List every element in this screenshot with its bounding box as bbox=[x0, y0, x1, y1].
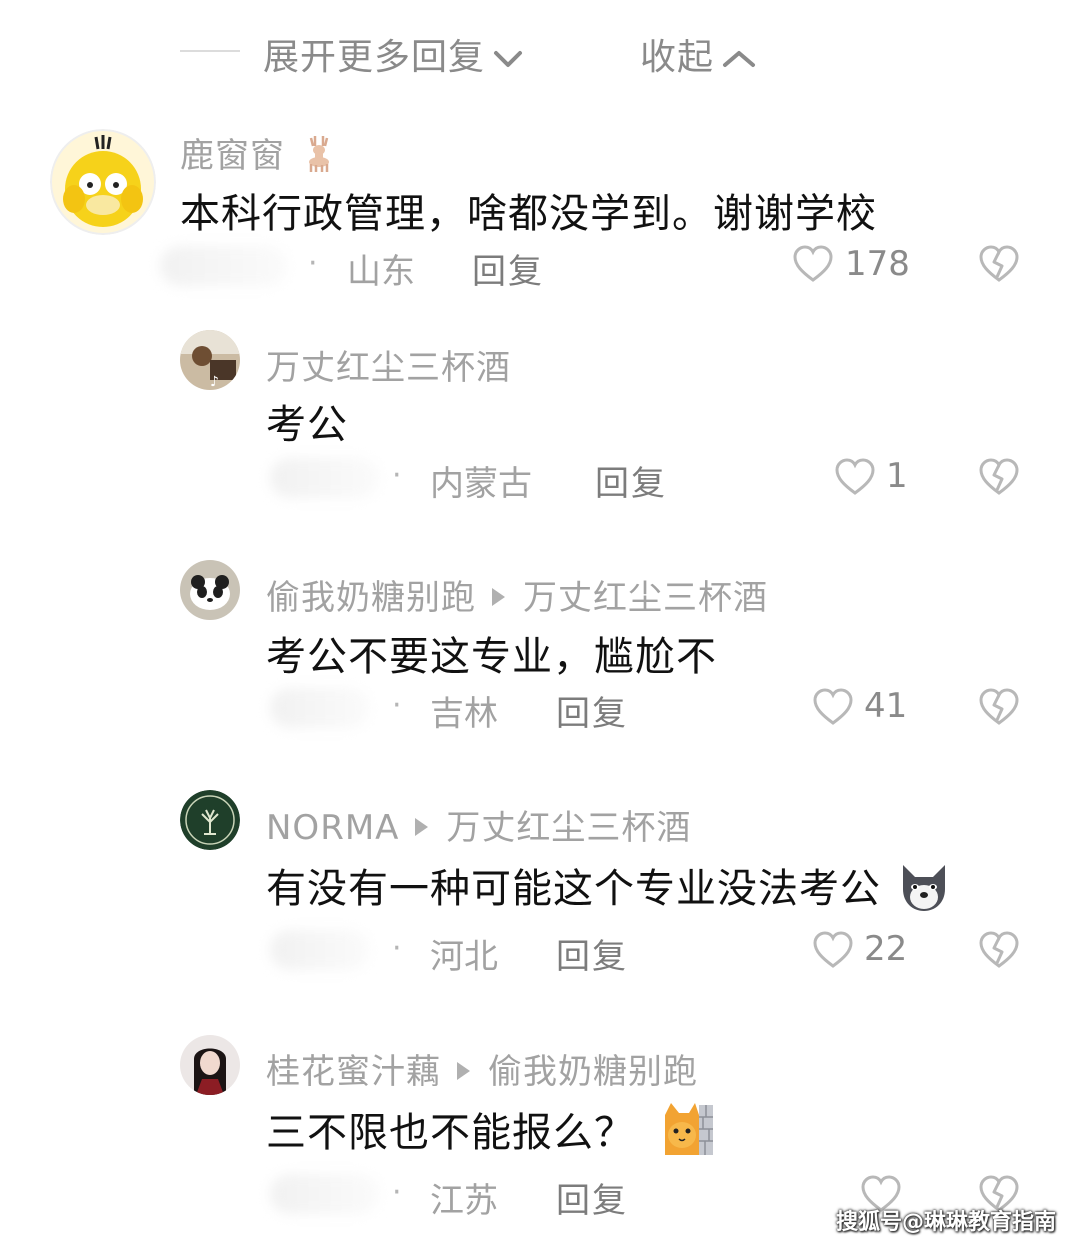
collapse-label: 收起 bbox=[640, 37, 715, 78]
reply-arrow-icon bbox=[492, 587, 505, 606]
expand-label: 展开更多回复 bbox=[263, 37, 486, 78]
comment-username[interactable]: 万丈红尘三杯酒 bbox=[266, 340, 511, 389]
comment-region: 内蒙古 bbox=[430, 464, 532, 504]
chevron-up-icon bbox=[723, 51, 756, 67]
separator-dot: · bbox=[308, 246, 318, 281]
character-avatar-icon bbox=[180, 1035, 240, 1095]
comment-text: 本科行政管理，啥都没学到。谢谢学校 bbox=[180, 191, 877, 237]
blurred-timestamp bbox=[270, 688, 370, 728]
heart-icon bbox=[835, 458, 875, 495]
comment-text: 考公 bbox=[266, 402, 348, 448]
separator-dot: · bbox=[392, 458, 402, 493]
dog-emoji-icon bbox=[902, 865, 945, 911]
separator-dot: · bbox=[392, 1175, 402, 1210]
comment-username[interactable]: 桂花蜜汁藕 偷我奶糖别跑 bbox=[266, 1044, 698, 1093]
duck-avatar-icon bbox=[50, 129, 156, 235]
expand-more-replies-button[interactable]: 展开更多回复 bbox=[263, 28, 523, 80]
reply-to-username[interactable]: 偷我奶糖别跑 bbox=[488, 1052, 698, 1092]
separator-dot: · bbox=[392, 931, 402, 966]
cat-behind-wall-emoji-icon bbox=[664, 1103, 713, 1155]
tree-emblem-avatar-icon bbox=[180, 790, 240, 850]
avatar[interactable] bbox=[50, 129, 156, 235]
divider-line bbox=[180, 50, 240, 52]
broken-heart-icon bbox=[979, 245, 1019, 282]
reply-button[interactable]: 回复 bbox=[556, 686, 628, 735]
photo-avatar-icon: ♪ bbox=[180, 330, 240, 390]
heart-icon bbox=[813, 931, 853, 968]
collapse-button[interactable]: 收起 bbox=[640, 28, 756, 80]
dislike-button[interactable] bbox=[978, 687, 1020, 731]
comment-text: 三不限也不能报么？ bbox=[266, 1100, 715, 1163]
reply-button[interactable]: 回复 bbox=[556, 1173, 628, 1222]
like-count: 1 bbox=[886, 456, 908, 496]
panda-avatar-icon bbox=[180, 560, 240, 620]
dislike-button[interactable] bbox=[978, 930, 1020, 974]
like-count: 22 bbox=[864, 929, 908, 969]
heart-icon bbox=[793, 245, 833, 282]
watermark: 搜狐号@琳琳教育指南 bbox=[835, 1210, 1056, 1235]
comment-region: 江苏 bbox=[430, 1181, 498, 1221]
like-button[interactable] bbox=[792, 244, 834, 284]
comment-region: 河北 bbox=[430, 937, 498, 977]
avatar[interactable] bbox=[180, 1035, 240, 1095]
chevron-down-icon bbox=[494, 51, 523, 67]
broken-heart-icon bbox=[979, 931, 1019, 968]
heart-icon bbox=[813, 688, 853, 725]
avatar[interactable]: ♪ bbox=[180, 330, 240, 390]
like-button[interactable] bbox=[812, 930, 854, 974]
comment-username[interactable]: NORMA 万丈红尘三杯酒 bbox=[266, 800, 691, 849]
avatar[interactable] bbox=[180, 560, 240, 620]
blurred-timestamp bbox=[270, 1174, 380, 1214]
like-count: 41 bbox=[864, 686, 908, 726]
like-button[interactable] bbox=[834, 457, 876, 501]
avatar[interactable] bbox=[180, 790, 240, 850]
broken-heart-icon bbox=[979, 458, 1019, 495]
reply-button[interactable]: 回复 bbox=[472, 244, 544, 293]
like-count: 178 bbox=[845, 244, 910, 284]
dislike-button[interactable] bbox=[978, 244, 1020, 288]
broken-heart-icon bbox=[979, 688, 1019, 725]
reply-button[interactable]: 回复 bbox=[595, 456, 667, 505]
blurred-timestamp bbox=[160, 246, 288, 286]
reply-arrow-icon bbox=[415, 817, 429, 836]
separator-dot: · bbox=[392, 688, 402, 723]
reply-button[interactable]: 回复 bbox=[556, 929, 628, 978]
comment-region: 山东 bbox=[347, 252, 415, 292]
comment-username[interactable]: 偷我奶糖别跑 万丈红尘三杯酒 bbox=[266, 570, 768, 619]
comment-region: 吉林 bbox=[430, 694, 498, 734]
comment-text: 有没有一种可能这个专业没法考公 bbox=[266, 856, 953, 919]
deer-emoji-icon bbox=[308, 135, 329, 172]
reply-to-username[interactable]: 万丈红尘三杯酒 bbox=[523, 578, 768, 618]
blurred-timestamp bbox=[270, 930, 370, 970]
blurred-timestamp bbox=[270, 458, 380, 498]
reply-arrow-icon bbox=[457, 1061, 470, 1080]
dislike-button[interactable] bbox=[978, 457, 1020, 501]
like-button[interactable] bbox=[812, 687, 854, 731]
comment-username[interactable]: 鹿窗窗 bbox=[180, 128, 337, 178]
comment-text: 考公不要这专业，尴尬不 bbox=[266, 634, 717, 680]
reply-to-username[interactable]: 万丈红尘三杯酒 bbox=[446, 808, 691, 848]
svg-text:♪: ♪ bbox=[210, 374, 219, 390]
